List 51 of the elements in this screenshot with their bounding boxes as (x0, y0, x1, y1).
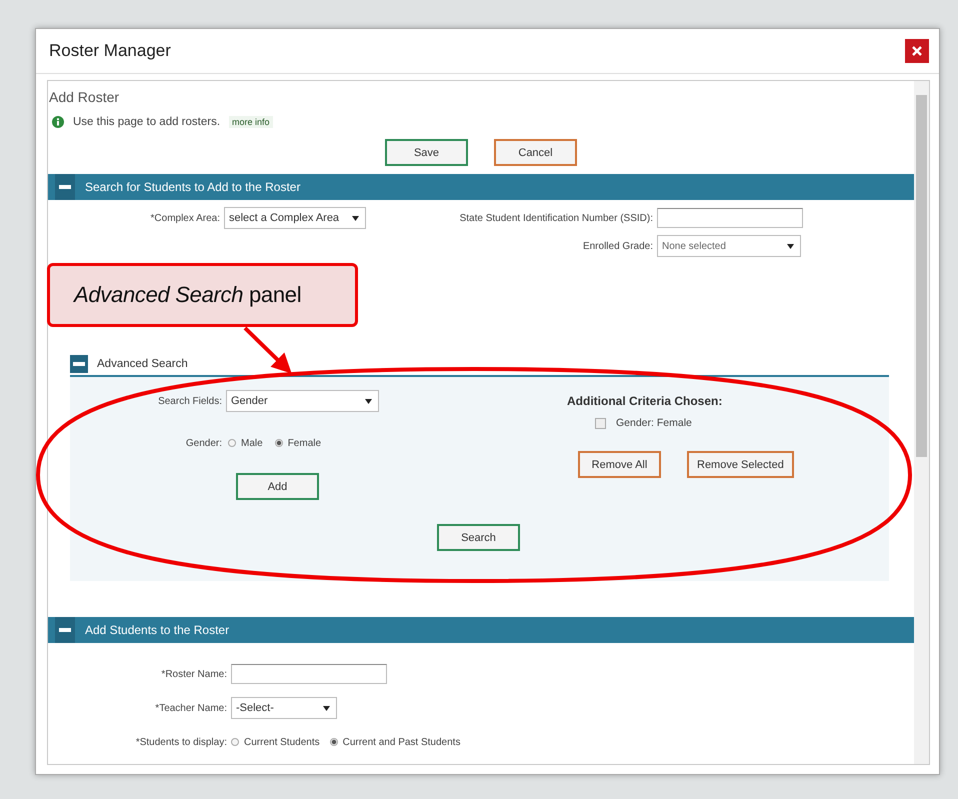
add-button[interactable]: Add (236, 473, 319, 500)
section-header[interactable]: Search for Students to Add to the Roster (48, 174, 914, 200)
caret-icon (352, 216, 359, 220)
info-text: Use this page to add rosters. (73, 116, 220, 128)
close-button[interactable] (905, 39, 929, 63)
field-label: Search Fields: (158, 396, 222, 406)
field-label: *Students to display: (136, 736, 227, 748)
field-label: State Student Identification Number (SSID): (460, 212, 653, 224)
remove-button[interactable]: Remove Selected (687, 451, 794, 478)
text-field[interactable] (231, 664, 387, 684)
field-label: Gender: (186, 438, 222, 448)
section-header[interactable]: Add Students to the Roster (48, 617, 914, 643)
callout-label: Advanced Search panel (47, 263, 358, 327)
criteria-label: Gender: Female (616, 417, 692, 429)
radio-label: Current and Past Students (342, 736, 460, 748)
scrollbar-thumb[interactable] (916, 95, 927, 457)
criteria-heading: Additional Criteria Chosen: (567, 394, 724, 408)
collapse-icon[interactable] (55, 617, 75, 643)
remove-button[interactable]: Remove All (578, 451, 661, 478)
field-label: *Complex Area: (150, 212, 220, 224)
field-label: *Teacher Name: (155, 702, 227, 714)
action-button[interactable]: Save (385, 139, 468, 166)
radio-label: Male (241, 438, 263, 448)
field-label: *Roster Name: (161, 668, 227, 680)
caret-icon (787, 244, 794, 248)
collapse-icon[interactable] (70, 355, 88, 373)
dropdown[interactable]: -Select- (231, 697, 337, 719)
action-button[interactable]: Cancel (494, 139, 577, 166)
radio-label: Current Students (244, 736, 320, 748)
checkbox[interactable] (595, 418, 606, 428)
radio-button[interactable] (274, 439, 283, 447)
caret-icon (365, 398, 372, 404)
caret-icon (323, 706, 330, 710)
page-heading: Add Roster (48, 88, 120, 105)
collapse-icon[interactable] (55, 174, 75, 200)
text-field[interactable] (657, 208, 803, 228)
radio-button[interactable] (330, 738, 338, 746)
search-button[interactable]: Search (437, 524, 520, 551)
scrollbar[interactable] (914, 81, 929, 764)
close-icon (912, 46, 922, 56)
field-label: Enrolled Grade: (582, 240, 653, 252)
more-info-link[interactable]: more info (229, 116, 273, 128)
dropdown[interactable]: select a Complex Area (224, 207, 366, 229)
callout-arrow (244, 326, 292, 374)
dropdown[interactable]: None selected (657, 235, 801, 257)
radio-button[interactable] (231, 738, 239, 746)
dropdown[interactable]: Gender (226, 390, 379, 412)
radio-button[interactable] (228, 439, 236, 447)
dialog-title: Roster Manager (49, 41, 171, 61)
info-icon (52, 116, 64, 128)
radio-label: Female (288, 438, 322, 448)
